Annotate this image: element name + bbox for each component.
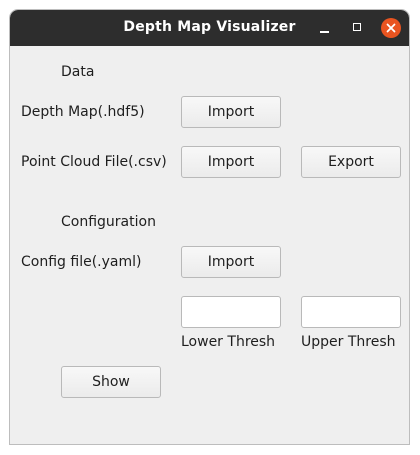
configuration-section-heading: Configuration	[61, 214, 156, 230]
maximize-icon	[353, 23, 361, 31]
title-bar[interactable]: Depth Map Visualizer	[10, 10, 409, 46]
minimize-button[interactable]	[315, 18, 335, 38]
point-cloud-label: Point Cloud File(.csv)	[21, 154, 167, 170]
config-file-import-button[interactable]: Import	[181, 246, 281, 278]
show-button[interactable]: Show	[61, 366, 161, 398]
config-file-label: Config file(.yaml)	[21, 254, 142, 270]
depth-map-label: Depth Map(.hdf5)	[21, 104, 145, 120]
depth-map-import-button[interactable]: Import	[181, 96, 281, 128]
close-icon	[386, 23, 396, 33]
upper-thresh-input[interactable]	[301, 296, 401, 328]
data-section-heading: Data	[61, 64, 95, 80]
lower-thresh-input[interactable]	[181, 296, 281, 328]
lower-thresh-label: Lower Thresh	[181, 334, 276, 350]
point-cloud-export-button[interactable]: Export	[301, 146, 401, 178]
app-window: Depth Map Visualizer Data Depth Map(.hdf…	[9, 9, 410, 445]
point-cloud-import-button[interactable]: Import	[181, 146, 281, 178]
minimize-icon	[320, 31, 329, 33]
maximize-button[interactable]	[348, 18, 368, 38]
close-button[interactable]	[381, 18, 401, 38]
upper-thresh-label: Upper Thresh	[301, 334, 396, 350]
